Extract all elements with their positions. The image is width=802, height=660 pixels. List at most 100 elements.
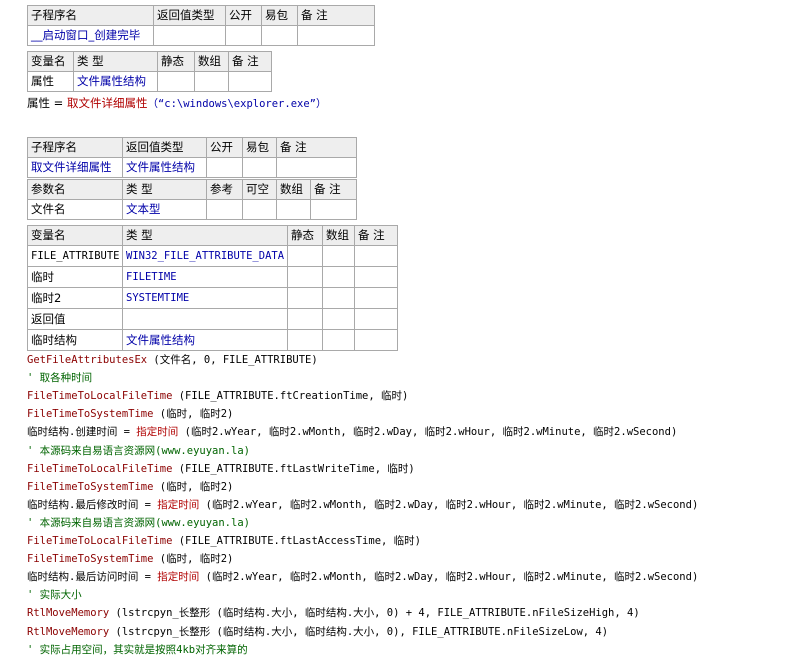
sub2-table: 子程序名 返回值类型 公开 易包 备 注 取文件详细属性 文件属性结构 [27, 137, 357, 178]
var-type-cell[interactable]: SYSTEMTIME [122, 287, 288, 309]
static-cell[interactable] [287, 329, 323, 351]
code-line[interactable]: 临时结构.最后访问时间 = 指定时间 (临时2.wYear, 临时2.wMont… [27, 568, 698, 586]
header-note: 备 注 [354, 225, 398, 246]
code-comment: ' 本源码来自易语言资源网(www.eyuyan.la) [27, 444, 250, 457]
array-cell[interactable] [276, 199, 311, 220]
code-line[interactable]: FileTimeToSystemTime (临时, 临时2) [27, 550, 233, 568]
code-function: 指定时间 [136, 426, 179, 439]
code-line[interactable]: GetFileAttributesEx (文件名, 0, FILE_ATTRIB… [27, 351, 318, 369]
header-return-type: 返回值类型 [153, 5, 226, 26]
array-cell[interactable] [322, 266, 355, 288]
var-name-cell[interactable]: FILE_ATTRIBUTE [27, 245, 123, 267]
code-line[interactable]: RtlMoveMemory (lstrcpyn_长整形 (临时结构.大小, 临时… [27, 623, 608, 641]
header-type: 类 型 [122, 225, 288, 246]
public-cell[interactable] [206, 157, 243, 178]
code-args: (lstrcpyn_长整形 (临时结构.大小, 临时结构.大小, 0), FIL… [109, 625, 609, 638]
code-function: FileTimeToLocalFileTime [27, 535, 173, 547]
code-line[interactable]: ' 实际大小 [27, 586, 82, 604]
code-line[interactable]: ' 本源码来自易语言资源网(www.eyuyan.la) [27, 442, 250, 460]
code-lhs: 临时结构.创建时间 = [27, 426, 137, 439]
code-comment: ' 本源码来自易语言资源网(www.eyuyan.la) [27, 516, 250, 529]
var-name-cell[interactable]: 属性 [27, 71, 74, 92]
sub-name-cell[interactable]: __启动窗口_创建完毕 [27, 25, 154, 46]
note-cell[interactable] [276, 157, 357, 178]
header-param-name: 参数名 [27, 179, 123, 200]
static-cell[interactable] [287, 245, 323, 267]
code-line[interactable]: 临时结构.最后修改时间 = 指定时间 (临时2.wYear, 临时2.wMont… [27, 496, 698, 514]
header-static: 静态 [287, 225, 323, 246]
code-args: (FILE_ATTRIBUTE.ftLastAccessTime, 临时) [172, 535, 421, 547]
static-cell[interactable] [287, 308, 323, 330]
code-function: FileTimeToLocalFileTime [27, 462, 173, 475]
code-line[interactable]: RtlMoveMemory (lstrcpyn_长整形 (临时结构.大小, 临时… [27, 604, 640, 622]
static-cell[interactable] [287, 266, 323, 288]
static-cell[interactable] [157, 71, 195, 92]
var-name-cell[interactable]: 临时结构 [27, 329, 123, 351]
code-line[interactable]: FileTimeToLocalFileTime (FILE_ATTRIBUTE.… [27, 460, 415, 478]
var-name-cell[interactable]: 临时 [27, 266, 123, 288]
header-var-name: 变量名 [27, 51, 74, 72]
header-var-name: 变量名 [27, 225, 123, 246]
note-cell[interactable] [354, 245, 398, 267]
var-name-cell[interactable]: 返回值 [27, 308, 123, 330]
static-cell[interactable] [287, 287, 323, 309]
code-line[interactable]: 临时结构.创建时间 = 指定时间 (临时2.wYear, 临时2.wMonth,… [27, 423, 677, 441]
array-cell[interactable] [322, 287, 355, 309]
code-args: (临时2.wYear, 临时2.wMonth, 临时2.wDay, 临时2.wH… [199, 498, 699, 511]
header-note: 备 注 [297, 5, 375, 26]
header-sub-name: 子程序名 [27, 5, 154, 26]
return-type-cell[interactable] [153, 25, 226, 46]
array-cell[interactable] [322, 329, 355, 351]
easy-pkg-cell[interactable] [261, 25, 298, 46]
param-type-cell[interactable]: 文本型 [122, 199, 207, 220]
code-line[interactable]: ' 取各种时间 [27, 369, 92, 387]
header-static: 静态 [157, 51, 195, 72]
code-line[interactable]: FileTimeToSystemTime (临时, 临时2) [27, 478, 233, 496]
reference-cell[interactable] [206, 199, 243, 220]
var-type-cell[interactable]: WIN32_FILE_ATTRIBUTE_DATA [122, 245, 288, 267]
note-cell[interactable] [354, 266, 398, 288]
param-name-cell[interactable]: 文件名 [27, 199, 123, 220]
array-cell[interactable] [194, 71, 229, 92]
var-type-cell[interactable]: 文件属性结构 [122, 329, 288, 351]
header-easy-pkg: 易包 [242, 137, 277, 158]
nullable-cell[interactable] [242, 199, 277, 220]
public-cell[interactable] [225, 25, 262, 46]
var1-table: 变量名 类 型 静态 数组 备 注 属性 文件属性结构 [27, 51, 272, 92]
code-line[interactable]: 属性 = 取文件详细属性（“c:\windows\explorer.exe”） [27, 94, 327, 112]
note-cell[interactable] [228, 71, 272, 92]
code-function: FileTimeToSystemTime [27, 480, 154, 493]
code-lhs: 临时结构.最后访问时间 = [27, 571, 158, 584]
note-cell[interactable] [354, 329, 398, 351]
code-args: (临时, 临时2) [153, 553, 234, 566]
note-cell[interactable] [354, 308, 398, 330]
code-function: FileTimeToSystemTime [27, 553, 154, 566]
note-cell[interactable] [354, 287, 398, 309]
return-type-cell[interactable]: 文件属性结构 [122, 157, 207, 178]
code-line[interactable]: ' 本源码来自易语言资源网(www.eyuyan.la) [27, 514, 250, 532]
array-cell[interactable] [322, 308, 355, 330]
code-function: 指定时间 [157, 571, 200, 584]
code-args: (临时, 临时2) [153, 480, 234, 493]
header-type: 类 型 [73, 51, 158, 72]
code-function: FileTimeToSystemTime [27, 408, 154, 421]
array-cell[interactable] [322, 245, 355, 267]
easy-pkg-cell[interactable] [242, 157, 277, 178]
code-args: (临时2.wYear, 临时2.wMonth, 临时2.wDay, 临时2.wH… [199, 571, 699, 584]
header-type: 类 型 [122, 179, 207, 200]
var-type-cell[interactable]: FILETIME [122, 266, 288, 288]
sub1-table: 子程序名 返回值类型 公开 易包 备 注 __启动窗口_创建完毕 [27, 5, 375, 46]
code-arg: （“c:\windows\explorer.exe”） [147, 98, 327, 110]
var-type-cell[interactable] [122, 308, 288, 330]
code-line[interactable]: ' 实际占用空间，其实就是按照4kb对齐来算的 [27, 641, 248, 659]
var-type-cell[interactable]: 文件属性结构 [73, 71, 158, 92]
code-args: (文件名, 0, FILE_ATTRIBUTE) [147, 354, 318, 366]
code-line[interactable]: FileTimeToLocalFileTime (FILE_ATTRIBUTE.… [27, 532, 421, 550]
param-table: 参数名 类 型 参考 可空 数组 备 注 文件名 文本型 [27, 179, 357, 220]
note-cell[interactable] [310, 199, 357, 220]
code-line[interactable]: FileTimeToLocalFileTime (FILE_ATTRIBUTE.… [27, 387, 408, 405]
var-name-cell[interactable]: 临时2 [27, 287, 123, 309]
sub-name-cell[interactable]: 取文件详细属性 [27, 157, 123, 178]
note-cell[interactable] [297, 25, 375, 46]
code-line[interactable]: FileTimeToSystemTime (临时, 临时2) [27, 405, 233, 423]
